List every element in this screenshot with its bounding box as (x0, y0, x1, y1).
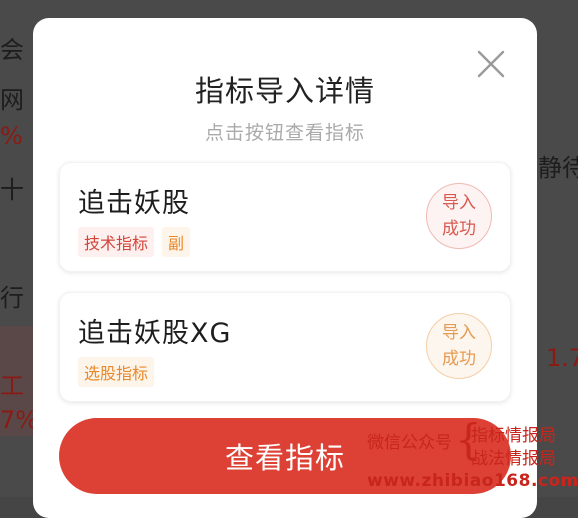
bg-fragment: % (0, 122, 23, 150)
bg-fragment: 网 (0, 86, 24, 114)
bg-fragment: 会 (0, 36, 24, 64)
bg-fragment: 静待 (538, 154, 578, 182)
tag-badge: 副 (162, 227, 191, 257)
indicator-name: 追击妖股XG (78, 318, 232, 349)
import-success-stamp: 导入 成功 (426, 183, 492, 249)
watermark-line: 战法情报局 (471, 449, 556, 469)
bg-fragment: 十 (0, 176, 24, 204)
tag-badge: 技术指标 (78, 227, 155, 257)
stamp-line: 成功 (442, 219, 476, 239)
close-icon[interactable] (475, 48, 507, 80)
bg-fragment: 行 (0, 284, 24, 312)
indicator-card[interactable]: 追击妖股 技术指标 副 导入 成功 (59, 162, 511, 272)
import-success-stamp: 导入 成功 (426, 313, 492, 379)
modal-subtitle: 点击按钮查看指标 (204, 122, 365, 144)
stamp-line: 导入 (442, 193, 476, 213)
watermark-line: 指标情报局 (471, 426, 556, 446)
modal-title: 指标导入详情 (194, 74, 375, 108)
bg-fragment: 1.7 (546, 344, 578, 372)
indicator-name: 追击妖股 (78, 188, 190, 219)
watermark-url: www.zhibiao168.com (367, 471, 578, 491)
indicator-card[interactable]: 追击妖股XG 选股指标 导入 成功 (59, 292, 511, 402)
stamp-line: 导入 (442, 323, 476, 343)
bg-fragment: 工 (0, 372, 24, 400)
indicator-tags: 技术指标 副 (78, 227, 191, 257)
stamp-line: 成功 (442, 349, 476, 369)
indicator-tags: 选股指标 (78, 357, 155, 387)
watermark-label: 微信公众号 (367, 433, 452, 453)
tag-badge: 选股指标 (78, 357, 155, 387)
watermark: 微信公众号 { 指标情报局 战法情报局 www.zhibiao168.com (367, 418, 578, 497)
